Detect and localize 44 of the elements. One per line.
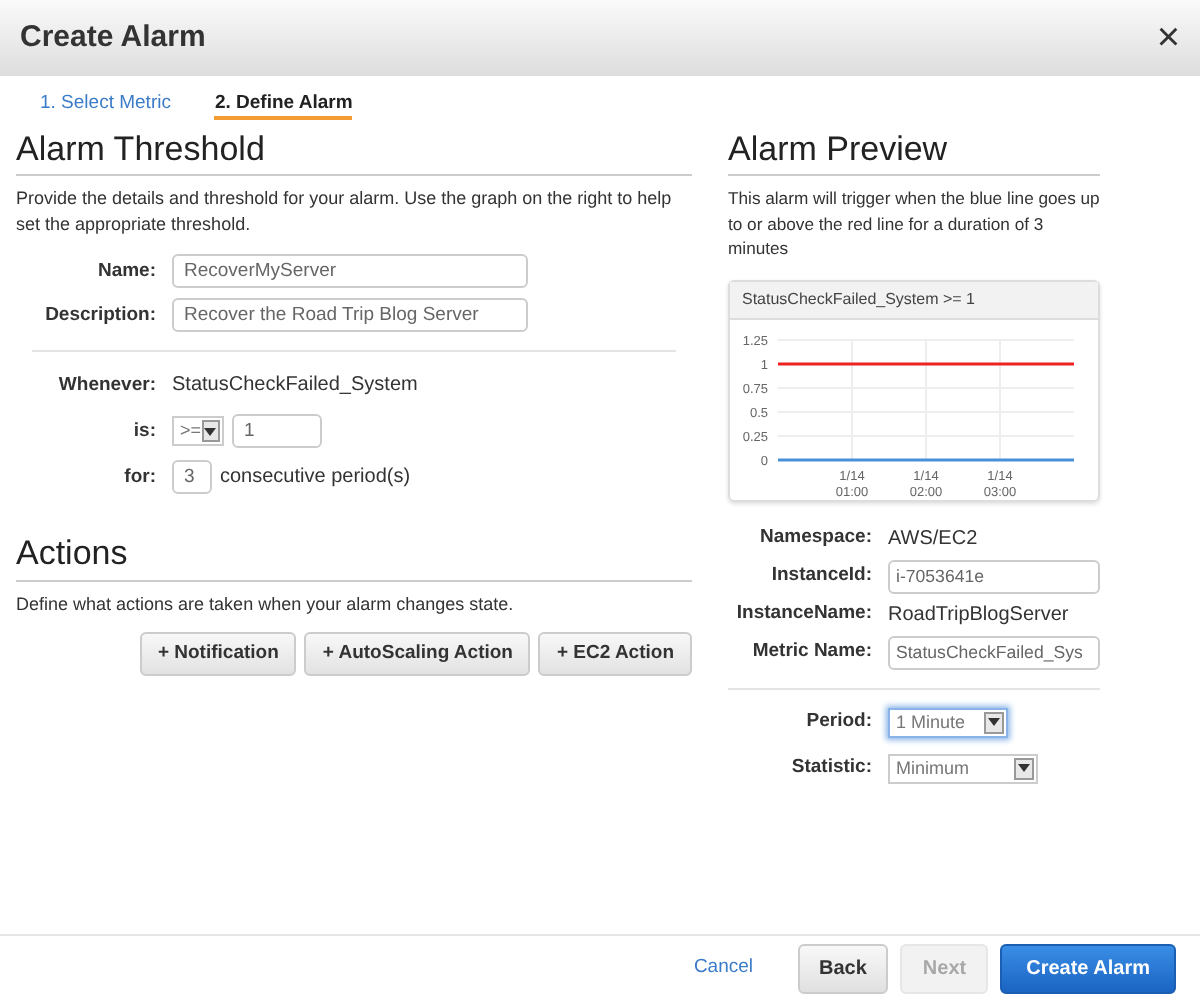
footer-button[interactable]: Back <box>797 943 889 993</box>
wizard-step-tab[interactable]: 2. Define Alarm <box>214 88 353 120</box>
field-label: InstanceId: <box>769 562 874 591</box>
field-suffix: consecutive period(s) <box>220 464 411 493</box>
periods-field[interactable]: 3 <box>172 460 212 495</box>
action-button[interactable]: + EC2 Action <box>538 631 692 677</box>
footer-button[interactable]: Create Alarm <box>1000 943 1176 993</box>
section-heading: Alarm Threshold <box>16 130 692 177</box>
field-label: is: <box>131 417 158 446</box>
field-label: Whenever: <box>56 371 158 400</box>
action-button[interactable]: + Notification <box>139 631 297 677</box>
field-label: Name: <box>95 257 158 286</box>
text-field[interactable]: StatusCheckFailed_Sys <box>888 635 1100 670</box>
description-text: This alarm will trigger when the blue line goes up to or above the red line for a duration of 3 minutes <box>728 186 1100 262</box>
window-title: Create Alarm <box>20 20 206 56</box>
field-label: Namespace: <box>758 524 874 553</box>
description-text: Define what actions are taken when your alarm changes state. <box>16 591 516 618</box>
caret-icon <box>984 711 1004 734</box>
field-label: Period: <box>804 708 874 737</box>
field-label: InstanceName: <box>734 600 874 629</box>
field-label: Statistic: <box>789 754 874 783</box>
close-button[interactable]: × <box>1156 18 1180 58</box>
dropdown[interactable]: >= <box>172 416 224 447</box>
dropdown[interactable]: 1 Minute <box>888 707 1008 738</box>
field-value: AWS/EC2 <box>888 525 978 554</box>
description-text: Provide the details and threshold for your alarm. Use the graph on the right to help set the appropriate threshold. <box>16 186 674 239</box>
cancel-link[interactable]: Cancel <box>681 951 766 985</box>
caret-icon <box>201 420 220 443</box>
caret-icon <box>1014 757 1034 780</box>
text-field[interactable]: Recover the Road Trip Blog Server <box>172 298 528 333</box>
chart-title: StatusCheckFailed_System >= 1 <box>730 281 1098 320</box>
field-value: RoadTripBlogServer <box>888 601 1069 630</box>
field-value: StatusCheckFailed_System <box>172 372 418 401</box>
field-label: Description: <box>43 301 158 330</box>
threshold-field[interactable]: 1 <box>232 414 322 449</box>
field-label: for: <box>122 463 158 492</box>
action-button[interactable]: + AutoScaling Action <box>304 631 531 677</box>
text-field[interactable]: RecoverMyServer <box>172 254 528 289</box>
text-field[interactable]: i-7053641e <box>888 559 1100 594</box>
wizard-step-tab[interactable]: 1. Select Metric <box>40 88 171 120</box>
dropdown[interactable]: Minimum <box>888 753 1038 784</box>
section-heading: Alarm Preview <box>728 130 1100 177</box>
field-label: Metric Name: <box>750 638 874 667</box>
section-heading: Actions <box>16 534 692 582</box>
